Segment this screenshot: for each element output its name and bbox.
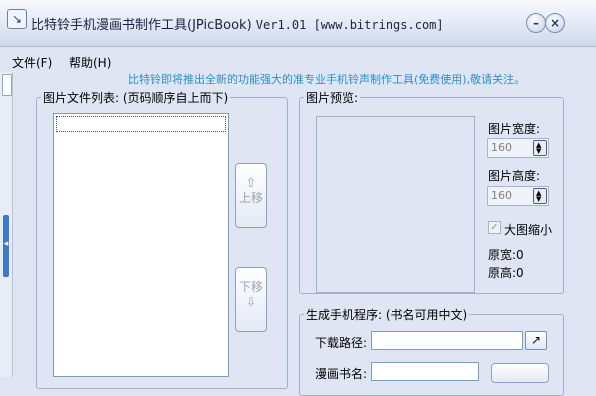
window-title: 比特铃手机漫画书制作工具(JPicBook) Ver1.01 [www.bitr… <box>31 14 444 33</box>
generate-button[interactable] <box>491 363 549 383</box>
window-title-version: Ver1.01 [www.bitrings.com] <box>255 18 444 32</box>
minimize-button[interactable]: – <box>526 13 546 33</box>
generate-legend: 生成手机程序: (书名可用中文) <box>306 308 468 322</box>
move-up-label: 上移 <box>238 191 263 205</box>
browse-button[interactable]: ↗ <box>525 331 547 350</box>
width-label: 图片宽度: <box>488 122 541 136</box>
height-spinner-buttons[interactable]: ▲ ▼ <box>533 188 547 204</box>
file-list[interactable] <box>53 113 229 377</box>
left-scroll-strip[interactable]: ◂ <box>0 72 13 377</box>
shrink-checkbox[interactable]: ✓ <box>488 221 501 234</box>
title-bar: ↘ 比特铃手机漫画书制作工具(JPicBook) Ver1.01 [www.bi… <box>0 0 596 47</box>
shrink-label: 大图缩小 <box>504 223 553 237</box>
marquee-notice: 比特铃即将推出全新的功能强大的准专业手机铃声制作工具(免费使用),敬请关注。 <box>128 73 526 86</box>
download-path-label: 下载路径: <box>315 336 368 350</box>
book-name-input[interactable] <box>371 362 479 381</box>
original-width: 原宽:0 <box>488 248 524 262</box>
spin-down-icon: ▼ <box>536 195 542 203</box>
height-value: 160 <box>491 189 512 202</box>
move-down-label: 下移 <box>238 280 263 294</box>
width-value: 160 <box>491 141 512 154</box>
move-down-button[interactable]: 下移 ⇩ <box>235 267 267 332</box>
checkmark-icon: ✓ <box>490 222 499 233</box>
window-title-text: 比特铃手机漫画书制作工具(JPicBook) <box>31 18 256 33</box>
move-up-button[interactable]: ⇧ 上移 <box>235 163 267 228</box>
book-name-label: 漫画书名: <box>315 367 368 381</box>
height-spinner[interactable]: 160 ▲ ▼ <box>487 186 549 206</box>
image-preview <box>316 116 475 293</box>
menu-bar: 文件(F) 帮助(H) <box>0 47 596 72</box>
folder-browse-icon: ↗ <box>530 333 542 347</box>
width-spinner-buttons[interactable]: ▲ ▼ <box>533 140 547 156</box>
close-button[interactable]: × <box>545 13 565 33</box>
chevron-left-icon: ◂ <box>3 239 9 249</box>
download-path-input[interactable] <box>371 331 523 350</box>
height-label: 图片高度: <box>488 169 541 183</box>
arrow-up-icon: ⇧ <box>245 176 257 191</box>
collapse-handle[interactable]: ◂ <box>3 215 9 277</box>
menu-help[interactable]: 帮助(H) <box>69 54 111 71</box>
preview-legend: 图片预览: <box>306 91 359 105</box>
width-spinner[interactable]: 160 ▲ ▼ <box>487 138 549 158</box>
scroll-thumb[interactable] <box>2 74 12 96</box>
menu-file[interactable]: 文件(F) <box>12 54 52 71</box>
arrow-down-icon: ⇩ <box>245 295 257 309</box>
file-list-legend: 图片文件列表: (页码顺序自上而下) <box>43 91 229 105</box>
list-focus-item[interactable] <box>56 116 226 132</box>
app-icon: ↘ <box>7 9 27 29</box>
original-height: 原高:0 <box>488 266 524 280</box>
spin-down-icon: ▼ <box>536 147 542 155</box>
